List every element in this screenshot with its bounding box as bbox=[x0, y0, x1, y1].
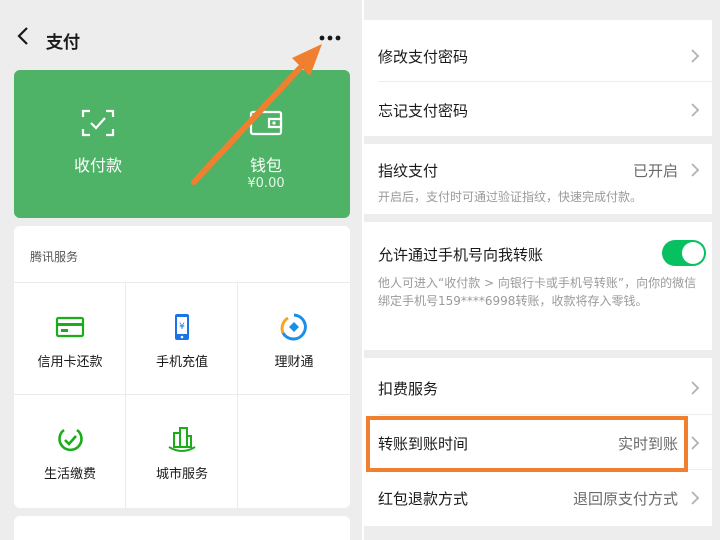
utility-bill-icon bbox=[55, 425, 85, 453]
phone-transfer-row: 允许通过手机号向我转账 他人可进入“收付款 > 向银行卡或手机号转账”，向你的微… bbox=[364, 222, 712, 350]
payment-settings-screen: 修改支付密码 忘记支付密码 指纹支付 已开启 开启后，支付时可通过验证指纹，快速… bbox=[364, 0, 720, 540]
red-packet-refund-row[interactable]: 红包退款方式 退回原支付方式 bbox=[364, 470, 712, 526]
toggle-knob bbox=[682, 242, 704, 264]
phone-transfer-toggle[interactable] bbox=[662, 240, 706, 266]
pay-receive-label: 收付款 bbox=[73, 156, 122, 175]
change-password-row[interactable]: 修改支付密码 bbox=[364, 20, 712, 76]
city-service-icon bbox=[167, 425, 197, 453]
service-label: 城市服务 bbox=[155, 467, 208, 482]
transfer-time-label: 转账到账时间 bbox=[378, 435, 469, 453]
service-wealth[interactable]: 理财通 bbox=[238, 283, 350, 395]
service-label: 信用卡还款 bbox=[37, 355, 103, 370]
deduction-service-row[interactable]: 扣费服务 bbox=[364, 358, 712, 414]
wallet-button[interactable]: 钱包 ¥0.00 bbox=[182, 70, 350, 218]
services-grid: 信用卡还款 ¥ 手机充值 理财通 生活缴费 城市服务 bbox=[14, 282, 350, 508]
next-card bbox=[14, 516, 350, 540]
transfer-time-row[interactable]: 转账到账时间 实时到账 bbox=[364, 415, 712, 469]
service-city[interactable]: 城市服务 bbox=[126, 395, 238, 507]
transfer-time-value: 实时到账 bbox=[617, 435, 678, 453]
chevron-right-icon bbox=[691, 49, 700, 63]
forgot-password-row[interactable]: 忘记支付密码 bbox=[364, 82, 712, 136]
password-group: 修改支付密码 忘记支付密码 bbox=[364, 20, 712, 136]
fingerprint-row[interactable]: 指纹支付 已开启 开启后，支付时可通过验证指纹，快速完成付款。 bbox=[364, 144, 712, 214]
service-label: 生活缴费 bbox=[43, 467, 96, 482]
chevron-right-icon bbox=[691, 163, 700, 177]
payment-home-screen: 支付 收付款 钱包 ¥0.00 腾讯服务 信用卡还款 ¥ 手机充值 理财通 生活… bbox=[0, 0, 362, 540]
services-header: 腾讯服务 bbox=[30, 250, 79, 264]
back-icon[interactable] bbox=[16, 26, 38, 54]
payment-card: 收付款 钱包 ¥0.00 bbox=[14, 70, 350, 218]
credit-card-icon bbox=[55, 313, 85, 341]
fingerprint-label: 指纹支付 bbox=[378, 162, 439, 180]
chevron-right-icon bbox=[691, 103, 700, 117]
more-options-icon[interactable] bbox=[316, 28, 344, 48]
top-bar: 支付 bbox=[0, 0, 362, 70]
chevron-right-icon bbox=[691, 381, 700, 395]
red-packet-refund-value: 退回原支付方式 bbox=[572, 490, 678, 508]
chevron-right-icon bbox=[691, 436, 700, 450]
pay-receive-button[interactable]: 收付款 bbox=[14, 70, 182, 218]
deduction-service-label: 扣费服务 bbox=[378, 380, 439, 398]
service-phone-topup[interactable]: ¥ 手机充值 bbox=[126, 283, 238, 395]
red-packet-refund-label: 红包退款方式 bbox=[378, 490, 469, 508]
phone-transfer-label: 允许通过手机号向我转账 bbox=[378, 246, 544, 264]
transfer-settings-group: 扣费服务 转账到账时间 实时到账 红包退款方式 退回原支付方式 bbox=[364, 358, 712, 526]
phone-topup-icon: ¥ bbox=[167, 313, 197, 341]
wallet-label: 钱包 bbox=[249, 156, 282, 175]
service-label: 理财通 bbox=[274, 355, 314, 370]
service-utility-bill[interactable]: 生活缴费 bbox=[14, 395, 126, 507]
service-credit-card-repay[interactable]: 信用卡还款 bbox=[14, 283, 126, 395]
chevron-right-icon bbox=[691, 491, 700, 505]
fingerprint-desc: 开启后，支付时可通过验证指纹，快速完成付款。 bbox=[378, 190, 643, 204]
page-title: 支付 bbox=[46, 33, 80, 53]
fingerprint-status: 已开启 bbox=[632, 162, 678, 180]
wallet-icon bbox=[249, 108, 283, 138]
wealth-icon bbox=[279, 313, 309, 341]
service-label: 手机充值 bbox=[155, 355, 208, 370]
tencent-services-card: 腾讯服务 信用卡还款 ¥ 手机充值 理财通 生活缴费 城市服务 bbox=[14, 226, 350, 508]
scan-pay-icon bbox=[81, 108, 115, 138]
change-password-label: 修改支付密码 bbox=[378, 48, 469, 66]
forgot-password-label: 忘记支付密码 bbox=[378, 102, 469, 120]
phone-transfer-desc: 他人可进入“收付款 > 向银行卡或手机号转账”，向你的微信绑定手机号159***… bbox=[378, 276, 697, 308]
svg-text:¥: ¥ bbox=[179, 322, 185, 332]
wallet-balance: ¥0.00 bbox=[247, 176, 285, 191]
